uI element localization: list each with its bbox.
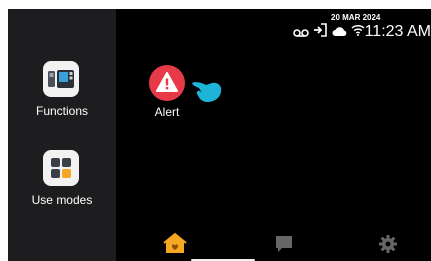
home-icon bbox=[160, 232, 190, 261]
settings-gear-icon bbox=[373, 235, 403, 261]
pointing-hand-icon bbox=[190, 75, 224, 110]
nav-messages[interactable] bbox=[269, 231, 299, 257]
bottom-nav bbox=[116, 227, 431, 261]
wifi-icon bbox=[351, 23, 365, 41]
device-screen: Functions Use modes 20 MAR 2024 11:23 AM… bbox=[8, 9, 431, 261]
sidebar-item-functions[interactable]: Functions bbox=[8, 61, 116, 125]
sidebar-item-use-modes[interactable]: Use modes bbox=[8, 150, 116, 214]
chat-icon bbox=[269, 236, 299, 261]
app-alert[interactable]: Alert bbox=[148, 64, 188, 124]
cloud-icon bbox=[332, 24, 347, 42]
intercom-monitor-icon bbox=[43, 61, 79, 97]
grid-icon bbox=[43, 150, 79, 186]
alert-triangle-icon bbox=[149, 65, 185, 101]
sidebar: Functions Use modes bbox=[8, 9, 116, 261]
nav-home[interactable] bbox=[160, 231, 190, 257]
sidebar-item-label: Use modes bbox=[31, 193, 93, 207]
status-time: 11:23 AM bbox=[364, 23, 431, 40]
app-label: Alert bbox=[154, 105, 180, 119]
status-date: 20 MAR 2024 bbox=[331, 13, 381, 22]
nav-settings[interactable] bbox=[373, 231, 403, 257]
sidebar-item-label: Functions bbox=[35, 104, 89, 118]
door-exit-icon bbox=[313, 23, 327, 42]
voicemail-icon bbox=[293, 25, 309, 43]
status-bar: 20 MAR 2024 11:23 AM bbox=[231, 9, 431, 49]
